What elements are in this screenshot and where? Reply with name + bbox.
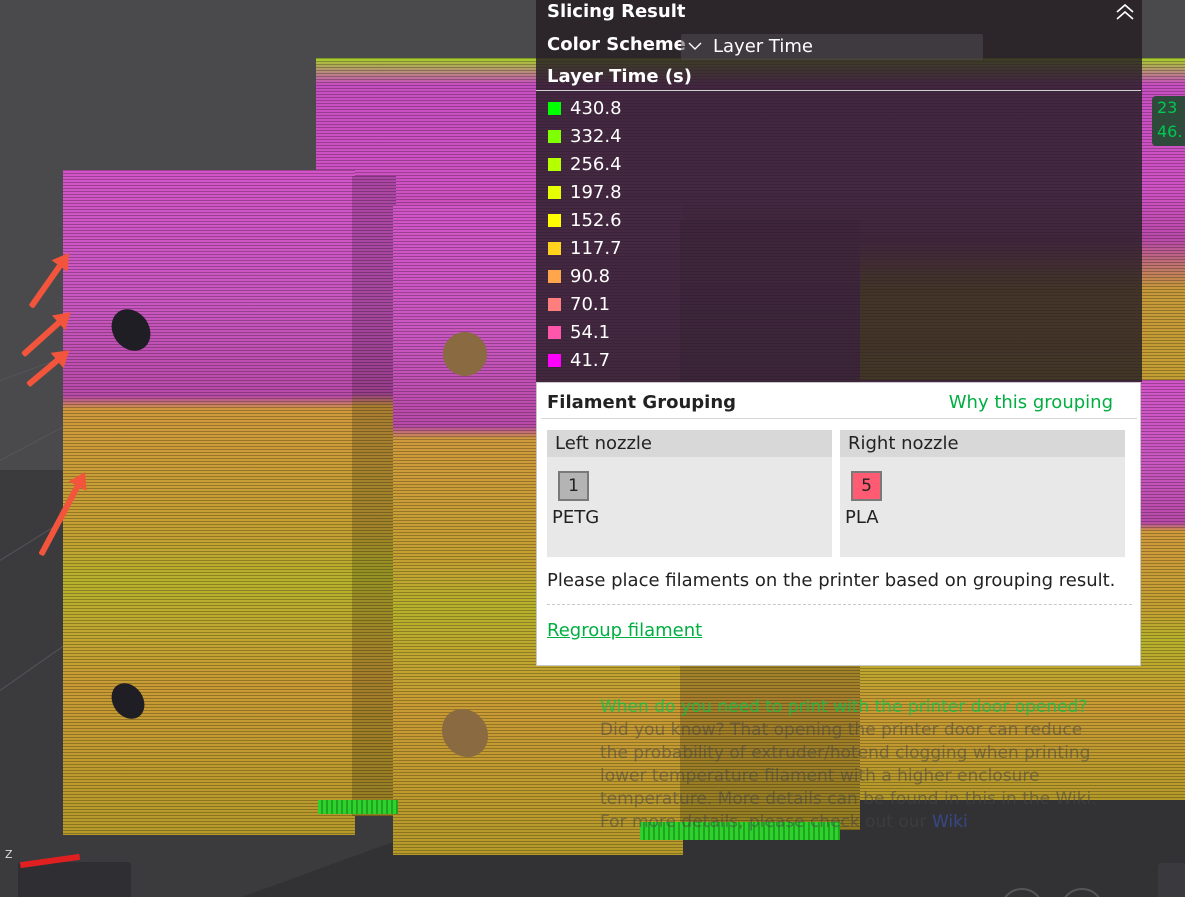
color-scheme-label: Color Scheme	[547, 34, 686, 55]
stats-badge[interactable]: 23 46.	[1152, 96, 1185, 146]
tip-line: For more details, please check out our W…	[600, 811, 1120, 834]
legend-swatch	[548, 129, 561, 143]
stats-line: 46.	[1157, 122, 1183, 141]
tip-line: Did you know? That opening the printer d…	[600, 720, 1083, 740]
legend-value: 197.8	[570, 181, 622, 203]
panel-title: Slicing Result	[547, 1, 686, 22]
legend-item: 332.4	[548, 122, 622, 150]
legend-value: 70.1	[570, 293, 611, 315]
why-this-grouping-link[interactable]: Why this grouping	[949, 392, 1113, 413]
regroup-filament-link[interactable]: Regroup filament	[547, 620, 702, 641]
layer-slider-box[interactable]	[1158, 863, 1185, 897]
left-nozzle-header: Left nozzle	[547, 430, 832, 457]
divider	[541, 418, 1137, 419]
stats-line: 23	[1157, 98, 1178, 117]
tip-line: temperature. More details can be found i…	[600, 789, 1097, 809]
filament-material: PETG	[552, 507, 600, 528]
chevron-down-icon	[688, 42, 702, 50]
legend-item: 54.1	[548, 318, 622, 346]
legend-value: 90.8	[570, 265, 611, 287]
legend-title: Layer Time (s)	[547, 66, 692, 87]
color-scheme-dropdown[interactable]: Layer Time	[681, 34, 983, 60]
left-nozzle-group: Left nozzle 1 PETG	[547, 430, 832, 557]
legend-swatch	[548, 213, 561, 227]
tip-line: the probability of extruder/hotend clogg…	[600, 743, 1091, 763]
legend-value: 332.4	[570, 125, 622, 147]
wiki-link[interactable]: Wiki	[932, 812, 968, 832]
brim	[318, 800, 398, 814]
legend-swatch	[548, 353, 561, 367]
legend-value: 117.7	[570, 237, 622, 259]
filament-material: PLA	[845, 507, 879, 528]
legend-swatch	[548, 101, 561, 115]
annotation-arrow	[28, 262, 64, 309]
tip-title[interactable]: When do you need to print with the print…	[600, 696, 1120, 719]
color-scheme-value: Layer Time	[713, 36, 813, 57]
filament-slot-5[interactable]: 5	[851, 471, 882, 501]
sliced-model-left-side	[352, 176, 396, 816]
filament-slot-1[interactable]: 1	[558, 471, 589, 501]
grouping-title: Filament Grouping	[547, 392, 737, 413]
grouping-note: Please place filaments on the printer ba…	[547, 570, 1116, 591]
legend-swatch	[548, 325, 561, 339]
z-axis-label: Z	[5, 848, 13, 861]
tip-line: lower temperature filament with a higher…	[600, 766, 1040, 786]
legend-value: 54.1	[570, 321, 611, 343]
legend-value: 41.7	[570, 349, 611, 371]
legend-swatch	[548, 185, 561, 199]
annotation-arrow	[26, 356, 61, 388]
legend-item: 41.7	[548, 346, 622, 374]
legend-item: 152.6	[548, 206, 622, 234]
filament-grouping-card: Filament Grouping Why this grouping Left…	[536, 382, 1141, 666]
navigation-cube[interactable]	[18, 862, 131, 897]
legend-item: 197.8	[548, 178, 622, 206]
collapse-icon[interactable]	[1114, 2, 1136, 22]
legend-item: 117.7	[548, 234, 622, 262]
legend-swatch	[548, 157, 561, 171]
legend-item: 256.4	[548, 150, 622, 178]
right-nozzle-group: Right nozzle 5 PLA	[840, 430, 1125, 557]
legend-swatch	[548, 269, 561, 283]
legend-value: 430.8	[570, 97, 622, 119]
sliced-model-left	[63, 170, 355, 835]
legend-swatch	[548, 297, 561, 311]
right-nozzle-header: Right nozzle	[840, 430, 1125, 457]
legend-swatch	[548, 241, 561, 255]
legend-item: 90.8	[548, 262, 622, 290]
legend-item: 430.8	[548, 94, 622, 122]
legend-value: 152.6	[570, 209, 622, 231]
legend-list: 430.8 332.4 256.4 197.8 152.6 117.7 90.8 70.1 54…	[548, 94, 622, 374]
legend-value: 256.4	[570, 153, 622, 175]
legend-item: 70.1	[548, 290, 622, 318]
dashed-divider	[547, 604, 1132, 605]
divider	[536, 90, 1141, 91]
tip-of-the-day: When do you need to print with the print…	[600, 696, 1120, 834]
slicing-result-panel: Slicing Result Color Scheme Layer Time L…	[536, 0, 1142, 382]
tip-line-text: For more details, please check out our	[600, 812, 932, 832]
